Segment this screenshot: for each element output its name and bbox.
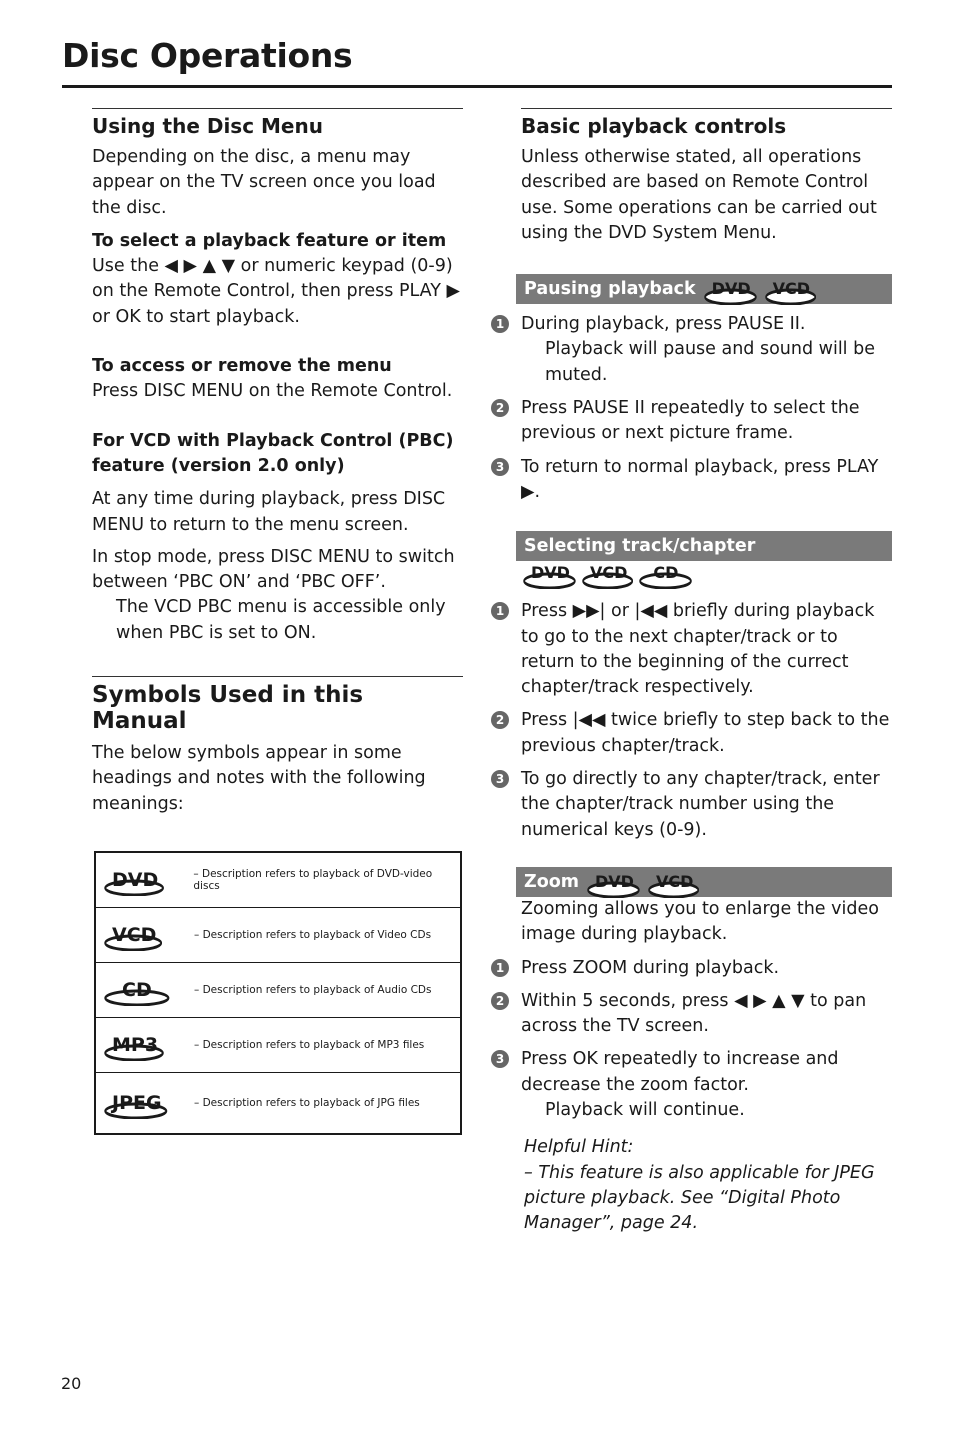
select-feature-text: Use the ◀ ▶ ▲ ▼ or numeric keypad (0-9) …: [92, 256, 460, 327]
step-item: 2 Press |◀◀ twice briefly to step back t…: [487, 708, 892, 759]
step-item: 2 Press PAUSE II repeatedly to select th…: [487, 396, 892, 447]
selecting-banner-title: Selecting track/chapter: [524, 536, 756, 557]
step-number-icon: 3: [491, 1050, 509, 1069]
step-number-icon: 3: [491, 770, 509, 789]
access-menu-subheading: To access or remove the menu: [92, 356, 392, 377]
step-item: 3 To go directly to any chapter/track, e…: [487, 767, 892, 843]
symbol-row: JPEG – Description refers to playback of…: [96, 1073, 460, 1133]
pausing-banner: Pausing playback DVD VCD: [516, 274, 892, 306]
section-divider: [521, 108, 892, 109]
step-item: 3 To return to normal playback, press PL…: [487, 455, 892, 506]
jpeg-logo-icon: JPEG: [104, 1093, 168, 1119]
step-text: Press ▶▶| or |◀◀ briefly during playback…: [521, 601, 875, 698]
step-text: Press ZOOM during playback.: [521, 957, 780, 978]
pbc-note: The VCD PBC menu is accessible only when…: [116, 597, 446, 643]
step-text: To go directly to any chapter/track, ent…: [521, 769, 880, 840]
disc-menu-heading: Using the Disc Menu: [92, 114, 323, 138]
symbol-description: – Description refers to playback of JPG …: [194, 1097, 420, 1109]
dvd-logo-icon: DVD: [587, 873, 640, 898]
right-column: Basic playback controls Unless otherwise…: [487, 108, 892, 1237]
dvd-logo-icon: DVD: [523, 565, 576, 599]
step-text: Within 5 seconds, press ◀ ▶ ▲ ▼ to pan a…: [521, 990, 867, 1037]
zoom-intro: Zooming allows you to enlarge the video …: [521, 898, 879, 945]
access-menu-text: Press DISC MENU on the Remote Control.: [92, 381, 453, 402]
step-text: Press OK repeatedly to increase and decr…: [521, 1049, 839, 1095]
vcd-logo-icon: VCD: [104, 925, 163, 951]
step-text: To return to normal playback, press PLAY…: [521, 456, 879, 502]
title-rule: [62, 85, 892, 88]
page-number: 20: [61, 1374, 82, 1393]
step-item: 1 During playback, press PAUSE II. Playba…: [487, 312, 892, 388]
section-divider: [92, 108, 463, 109]
symbol-description: – Description refers to playback of MP3 …: [194, 1039, 425, 1051]
basic-playback-intro: Unless otherwise stated, all operations …: [521, 147, 877, 243]
selecting-banner: Selecting track/chapter: [516, 531, 892, 562]
symbols-heading: Symbols Used in this Manual: [92, 682, 364, 735]
dvd-logo-icon: DVD: [703, 281, 757, 306]
symbol-description: – Description refers to playback of Audi…: [194, 984, 432, 996]
step-number-icon: 2: [491, 399, 509, 418]
step-item: 2 Within 5 seconds, press ◀ ▶ ▲ ▼ to pan…: [487, 989, 892, 1040]
pausing-banner-title: Pausing playback: [524, 279, 696, 300]
symbol-row: CD – Description refers to playback of A…: [96, 963, 460, 1018]
disc-menu-intro: Depending on the disc, a menu may appear…: [92, 147, 436, 218]
vcd-logo-icon: VCD: [582, 565, 634, 599]
dvd-logo-icon: DVD: [104, 870, 164, 896]
symbol-row: VCD – Description refers to playback of …: [96, 908, 460, 963]
pbc-text-2: In stop mode, press DISC MENU to switch …: [92, 546, 455, 593]
step-item: 3 Press OK repeatedly to increase and de…: [487, 1047, 892, 1123]
step-number-icon: 2: [491, 991, 509, 1010]
symbol-description: – Description refers to playback of DVD-…: [193, 868, 433, 892]
step-text: Press |◀◀ twice briefly to step back to …: [521, 710, 890, 756]
selecting-logos: DVD VCD CD: [523, 565, 892, 599]
step-number-icon: 1: [491, 315, 509, 334]
symbol-description: – Description refers to playback of Vide…: [194, 929, 432, 941]
pbc-subheading: For VCD with Playback Control (PBC) feat…: [92, 430, 454, 476]
symbol-row: DVD – Description refers to playback of …: [96, 853, 460, 908]
step-number-icon: 1: [491, 602, 509, 621]
vcd-logo-icon: VCD: [764, 281, 816, 306]
cd-logo-icon: CD: [639, 565, 693, 599]
zoom-banner: Zoom DVD VCD: [516, 866, 892, 898]
step-number-icon: 3: [491, 457, 509, 476]
step-item: 1 Press ZOOM during playback.: [487, 956, 892, 981]
step-text: During playback, press PAUSE II.: [521, 314, 806, 335]
select-feature-subheading: To select a playback feature or item: [92, 230, 447, 251]
left-column: Using the Disc Menu Depending on the dis…: [92, 108, 463, 817]
symbols-table: DVD – Description refers to playback of …: [94, 851, 462, 1135]
step-number-icon: 2: [491, 711, 509, 730]
step-text: Press PAUSE II repeatedly to select the …: [521, 398, 860, 444]
step-item: 1 Press ▶▶| or |◀◀ briefly during playba…: [487, 599, 892, 700]
step-note: Playback will continue.: [545, 1100, 745, 1121]
step-note: Playback will pause and sound will be mu…: [545, 339, 875, 385]
zoom-banner-title: Zoom: [524, 871, 579, 892]
cd-logo-icon: CD: [104, 980, 170, 1006]
symbols-intro: The below symbols appear in some heading…: [92, 743, 426, 814]
helpful-hint-title: Helpful Hint:: [524, 1137, 634, 1158]
helpful-hint-text: – This feature is also applicable for JP…: [524, 1162, 875, 1234]
vcd-logo-icon: VCD: [648, 873, 700, 898]
section-divider: [92, 676, 463, 678]
mp3-logo-icon: MP3: [104, 1035, 164, 1061]
symbol-row: MP3 – Description refers to playback of …: [96, 1018, 460, 1073]
pbc-text-1: At any time during playback, press DISC …: [92, 489, 446, 535]
basic-playback-heading: Basic playback controls: [521, 114, 787, 138]
page-title: Disc Operations: [62, 36, 353, 75]
step-number-icon: 1: [491, 958, 509, 977]
